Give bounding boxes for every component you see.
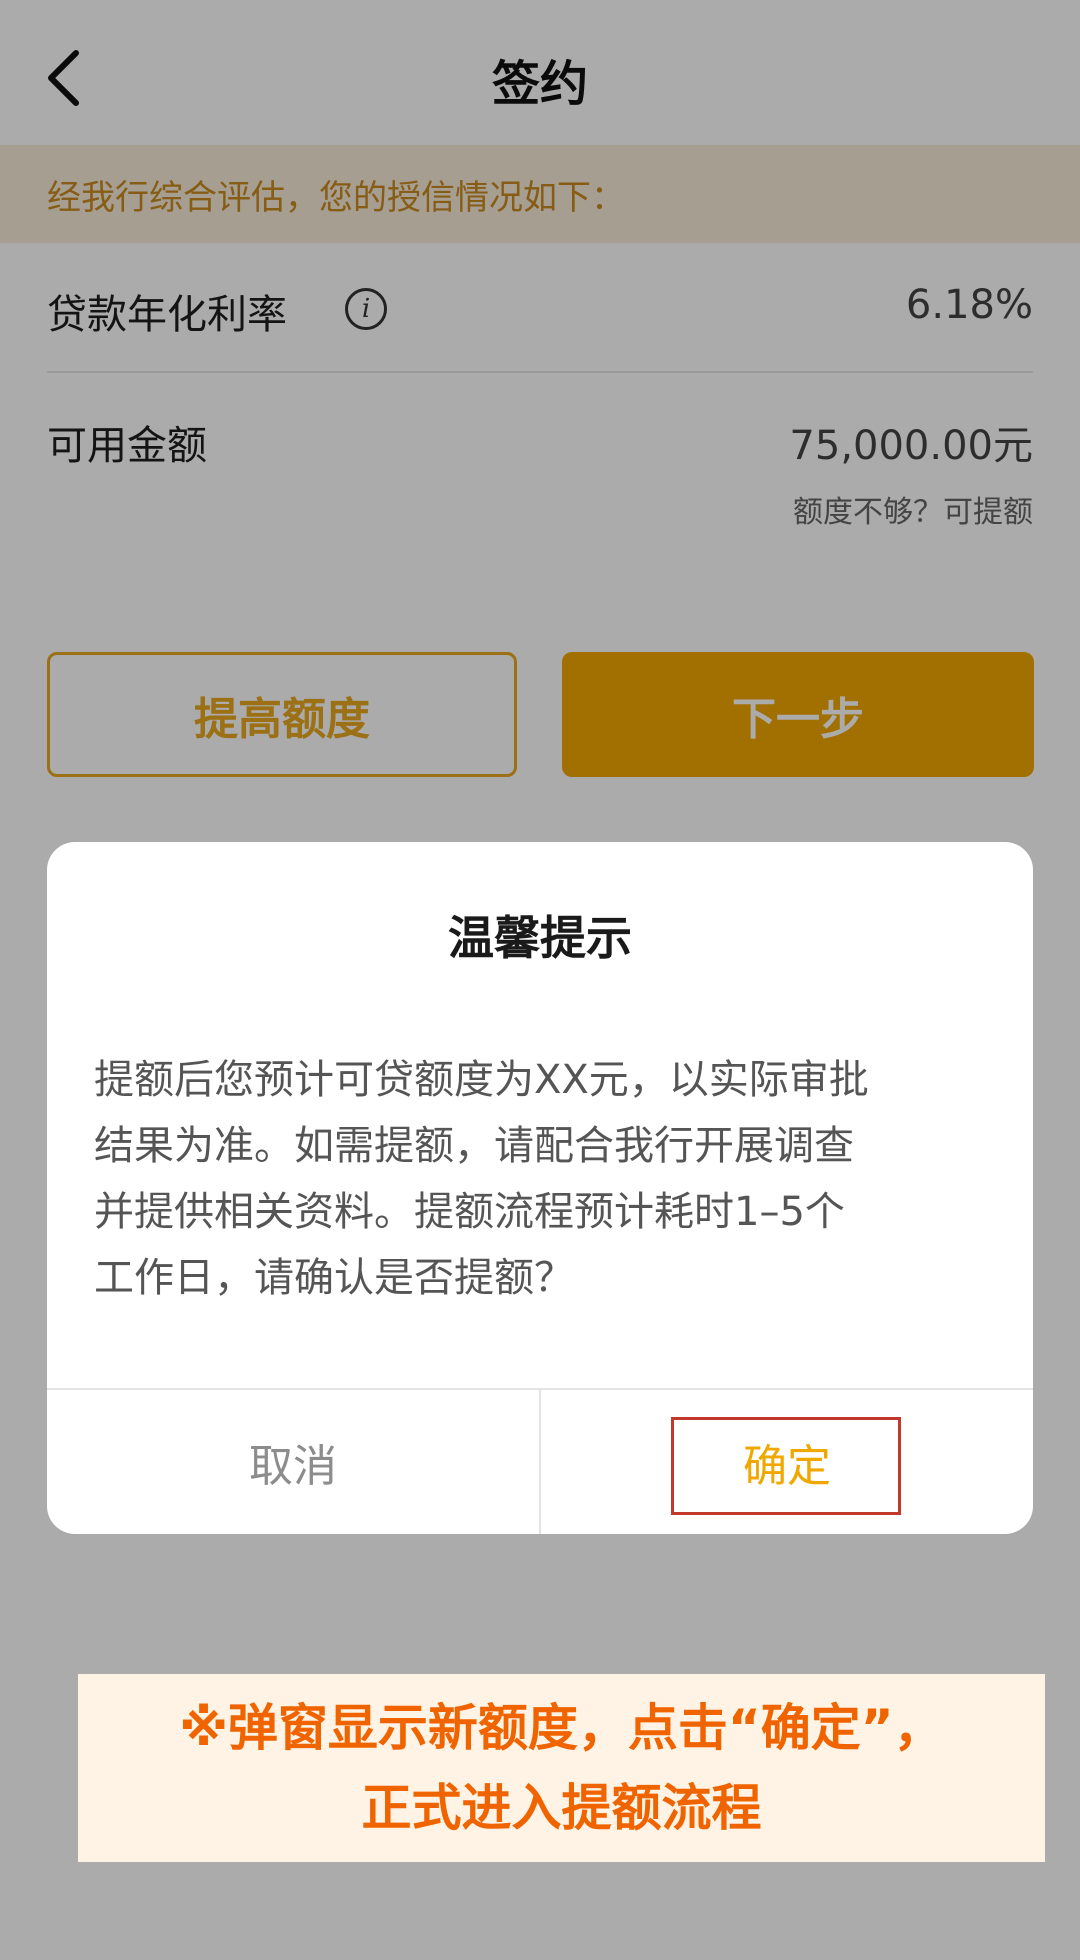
dialog-message-line: 工作日，请确认是否提额？: [94, 1255, 574, 1301]
tip-dialog: 温馨提示 提额后您预计可贷额度为XX元，以实际审批 结果为准。如需提额，请配合我…: [47, 842, 1033, 1534]
dialog-title: 温馨提示: [448, 911, 632, 965]
dialog-message-line: 提额后您预计可贷额度为XX元，以实际审批: [94, 1057, 869, 1103]
dialog-message-line: 结果为准。如需提额，请配合我行开展调查: [94, 1123, 854, 1169]
instruction-annotation: ※弹窗显示新额度，点击“确定”， 正式进入提额流程: [78, 1674, 1045, 1862]
annotation-line: 正式进入提额流程: [361, 1779, 762, 1837]
dialog-message-line: 并提供相关资料。提额流程预计耗时1–5个: [94, 1189, 845, 1235]
dialog-message: 提额后您预计可贷额度为XX元，以实际审批 结果为准。如需提额，请配合我行开展调查…: [94, 1047, 994, 1311]
annotation-line: ※弹窗显示新额度，点击“确定”，: [179, 1699, 944, 1757]
confirm-button[interactable]: 确定: [541, 1390, 1033, 1534]
cancel-button[interactable]: 取消: [47, 1390, 539, 1534]
